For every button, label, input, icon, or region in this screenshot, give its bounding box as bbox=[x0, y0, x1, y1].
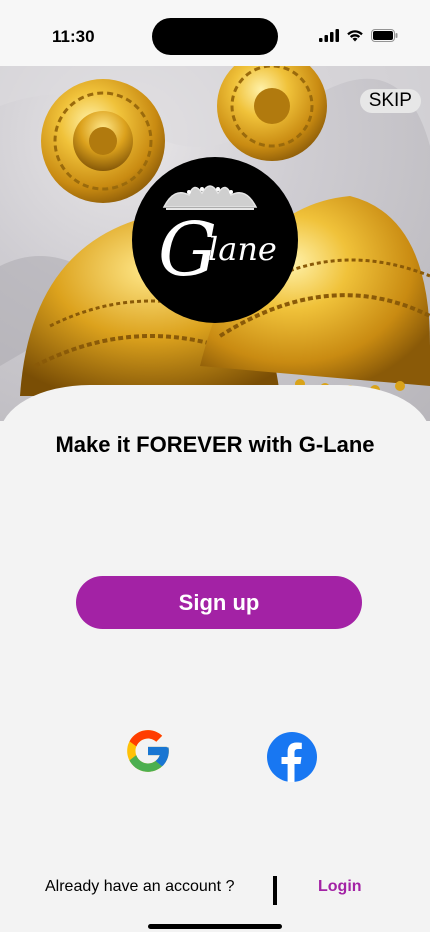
cellular-signal-icon bbox=[319, 29, 339, 42]
wifi-icon bbox=[347, 30, 363, 42]
already-have-account-text: Already have an account ? bbox=[45, 878, 235, 895]
facebook-login-button[interactable] bbox=[266, 731, 318, 783]
home-indicator bbox=[148, 924, 282, 929]
google-login-button[interactable] bbox=[123, 726, 173, 776]
status-time: 11:30 bbox=[52, 27, 95, 46]
facebook-icon bbox=[267, 732, 317, 782]
google-icon bbox=[127, 730, 169, 772]
svg-text:lane: lane bbox=[208, 230, 277, 268]
battery-icon bbox=[371, 29, 398, 42]
footer-divider bbox=[273, 876, 277, 905]
dynamic-island bbox=[152, 18, 278, 55]
glane-logo: G lane bbox=[132, 157, 298, 323]
onboarding-screen: 11:30 SKIP G lane Make it FOREVER with G… bbox=[0, 0, 430, 932]
skip-button[interactable]: SKIP bbox=[359, 89, 421, 113]
bottom-sheet bbox=[0, 385, 430, 932]
status-icons bbox=[319, 29, 398, 42]
headline: Make it FOREVER with G-Lane bbox=[55, 432, 375, 457]
signup-button[interactable]: Sign up bbox=[76, 576, 362, 629]
glane-logo-mark: G lane bbox=[158, 185, 277, 293]
login-link[interactable]: Login bbox=[318, 878, 362, 896]
status-bar: 11:30 bbox=[0, 0, 430, 66]
crown-icon bbox=[162, 185, 258, 210]
